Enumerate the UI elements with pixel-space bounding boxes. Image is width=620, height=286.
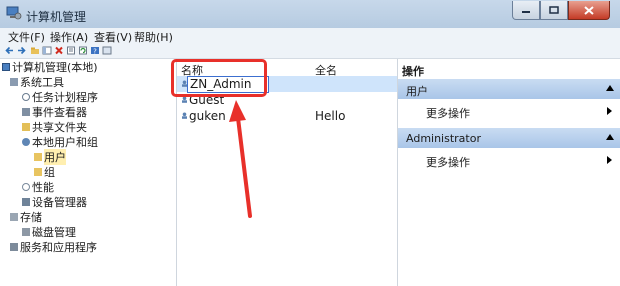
collapse-icon[interactable] [606, 85, 614, 91]
submenu-arrow-icon [607, 156, 612, 164]
cell-name: guken [189, 109, 226, 123]
actions-section-users[interactable]: 用户 [398, 79, 620, 99]
tree-item-label: 系统工具 [20, 76, 64, 89]
tree-item-device-manager[interactable]: 设备管理器 [22, 195, 87, 209]
tree-item-label: 存储 [20, 211, 42, 224]
tree-item-label: 事件查看器 [32, 106, 87, 119]
folder-icon [34, 168, 42, 176]
tree-item-shared-folders[interactable]: 共享文件夹 [22, 120, 87, 134]
computer-management-icon [6, 6, 22, 20]
tree-item-label: 任务计划程序 [32, 91, 98, 104]
cell-fullname: Hello [315, 109, 346, 123]
tree-item-label: 设备管理器 [32, 196, 87, 209]
properties-icon[interactable] [66, 46, 76, 55]
tree-item-label: 计算机管理(本地) [12, 61, 98, 74]
users-icon [22, 138, 30, 146]
back-icon[interactable] [5, 46, 15, 55]
list-row-guken[interactable]: guken Hello [177, 108, 397, 124]
tree-item-label: 用户 [44, 149, 66, 165]
tree-item-event-viewer[interactable]: 事件查看器 [22, 105, 87, 119]
view-icon[interactable] [102, 46, 112, 55]
storage-icon [10, 213, 18, 221]
delete-icon[interactable] [54, 46, 64, 55]
tree-item-label: 磁盘管理 [32, 226, 76, 239]
action-label: 更多操作 [426, 107, 470, 120]
actions-pane: 操作 用户 更多操作 Administrator 更多操作 [398, 59, 620, 286]
tree-item-storage[interactable]: 存储 [10, 210, 42, 224]
tree-item-task-scheduler[interactable]: 任务计划程序 [22, 90, 98, 104]
shared-folder-icon [22, 123, 30, 131]
computer-icon [2, 63, 10, 71]
clock-icon [22, 93, 30, 101]
section-title: Administrator [406, 132, 481, 145]
section-title: 用户 [406, 85, 428, 98]
tree-item-groups[interactable]: 组 [34, 165, 55, 179]
folder-icon [34, 153, 42, 161]
tree-item-services-applications[interactable]: 服务和应用程序 [10, 240, 97, 254]
collapse-icon[interactable] [606, 134, 614, 140]
forward-icon[interactable] [16, 46, 26, 55]
tree-item-performance[interactable]: 性能 [22, 180, 54, 194]
event-viewer-icon [22, 108, 30, 116]
action-more-actions[interactable]: 更多操作 [398, 151, 620, 169]
annotation-highlight-box [171, 59, 267, 97]
help-icon[interactable]: ? [90, 46, 100, 55]
device-manager-icon [22, 198, 30, 206]
navigation-tree: 计算机管理(本地) 系统工具 任务计划程序 事件查看器 共享文件夹 本地用户和组… [0, 59, 177, 286]
action-more-actions[interactable]: 更多操作 [398, 102, 620, 120]
tree-item-users[interactable]: 用户 [34, 149, 66, 165]
close-icon [584, 5, 594, 15]
title-bar: 计算机管理 [0, 0, 620, 29]
tree-item-label: 服务和应用程序 [20, 241, 97, 254]
actions-header: 操作 [398, 59, 620, 78]
refresh-icon[interactable] [78, 46, 88, 55]
action-label: 更多操作 [426, 156, 470, 169]
toolbar: ? [0, 44, 620, 59]
performance-icon [22, 183, 30, 191]
computer-management-window: 计算机管理 文件(F) 操作(A) 查看(V) 帮助(H) ? 计算机管理(本地… [0, 0, 620, 286]
minimize-button[interactable] [512, 1, 540, 20]
tree-item-system-tools[interactable]: 系统工具 [10, 75, 64, 89]
disk-icon [22, 228, 30, 236]
actions-title: 操作 [402, 65, 424, 78]
window-controls [512, 1, 610, 20]
maximize-button[interactable] [540, 1, 568, 20]
menu-action[interactable]: 操作(A) [50, 29, 88, 45]
tree-item-computer-management[interactable]: 计算机管理(本地) [2, 60, 98, 74]
tree-item-label: 性能 [32, 181, 54, 194]
tools-icon [10, 78, 18, 86]
window-title: 计算机管理 [26, 10, 87, 24]
user-icon [182, 112, 187, 119]
tree-item-label: 共享文件夹 [32, 121, 87, 134]
tree-item-local-users-groups[interactable]: 本地用户和组 [22, 135, 98, 149]
menu-help[interactable]: 帮助(H) [134, 29, 173, 45]
menu-bar: 文件(F) 操作(A) 查看(V) 帮助(H) [0, 28, 620, 44]
tree-item-label: 组 [44, 166, 55, 179]
svg-text:?: ? [93, 47, 97, 55]
user-icon [182, 96, 187, 103]
menu-file[interactable]: 文件(F) [8, 29, 45, 45]
show-hide-tree-icon[interactable] [42, 46, 52, 55]
tree-item-disk-management[interactable]: 磁盘管理 [22, 225, 76, 239]
services-icon [10, 243, 18, 251]
actions-section-administrator[interactable]: Administrator [398, 128, 620, 148]
tree-item-label: 本地用户和组 [32, 136, 98, 149]
maximize-icon [549, 6, 559, 14]
up-level-icon[interactable] [30, 46, 40, 55]
minimize-icon [522, 11, 530, 13]
close-button[interactable] [568, 1, 610, 20]
menu-view[interactable]: 查看(V) [94, 29, 132, 45]
submenu-arrow-icon [607, 107, 612, 115]
